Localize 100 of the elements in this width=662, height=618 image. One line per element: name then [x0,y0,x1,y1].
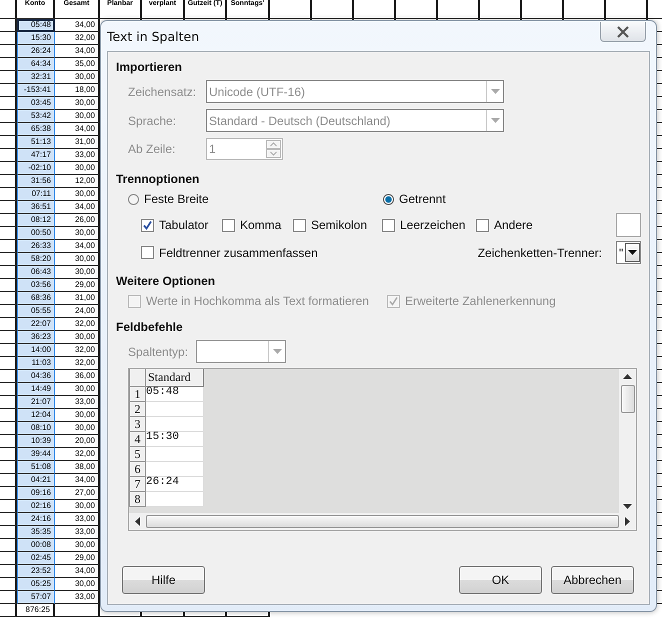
table-cell: 09:16 [17,487,55,500]
table-cell [146,402,204,417]
grid-corner [129,369,146,387]
table-cell: 876:25 [17,604,55,617]
table-cell [0,461,17,474]
table-cell: 32,00 [55,32,100,45]
table-cell: 34,00 [55,565,100,578]
table-cell: 36:23 [17,331,55,344]
checkbox[interactable] [476,218,489,232]
table-cell [0,305,17,318]
table-cell: 30,00 [55,110,100,123]
checkbox[interactable] [382,218,395,232]
field-label: Zeichensatz: [128,84,196,98]
table-cell [0,19,17,32]
table-cell: 33,00 [55,396,100,409]
table-cell: 32,00 [55,344,100,357]
table-cell [0,175,17,188]
caret-icon [628,250,637,255]
table-cell: 06:43 [17,266,55,279]
table-cell [0,474,17,487]
table-cell [0,97,17,110]
checkbox-label: Feldtrenner zusammenfassen [159,246,318,260]
table-cell: 22:07 [17,318,55,331]
checkbox-label: Tabulator [159,218,208,232]
column-header [522,0,564,19]
scroll-thumb[interactable] [146,515,619,528]
table-cell [0,513,17,526]
table-cell: 38,00 [55,461,100,474]
table-cell [0,266,17,279]
table-cell [0,253,17,266]
checkbox[interactable] [293,218,306,232]
scroll-right-icon[interactable] [625,517,630,526]
checkbox-label: Erweiterte Zahlenerkennung [405,294,556,308]
table-cell [0,565,17,578]
dropdown[interactable]: " [616,241,641,264]
scrollbar[interactable] [129,513,636,530]
table-cell [0,370,17,383]
table-cell [0,71,17,84]
table-cell: 51:08 [17,461,55,474]
table-cell: 10:39 [17,435,55,448]
scroll-up-icon[interactable] [623,374,632,379]
table-cell [0,110,17,123]
table-cell: 30,00 [55,383,100,396]
table-cell: 07:11 [17,188,55,201]
table-cell: 30,00 [55,500,100,513]
table-cell: 04:21 [17,474,55,487]
column-header[interactable]: Standard [146,369,204,387]
cancel-button[interactable]: Abbrechen [551,566,634,594]
field-label: Zeichenketten-Trenner: [478,246,602,260]
checkbox[interactable] [141,218,154,232]
table-cell: 11:03 [17,357,55,370]
column-header [354,0,396,19]
table-cell: -02:10 [17,162,55,175]
row-number: 2 [129,402,146,417]
input-field[interactable] [616,213,641,237]
scrollbar[interactable] [619,369,636,513]
table-cell: 30,00 [55,539,100,552]
table-cell: 30,00 [55,97,100,110]
table-cell: 31,00 [55,136,100,149]
column-header [480,0,522,19]
table-cell [0,526,17,539]
table-cell: 00:50 [17,227,55,240]
table-cell: 57:07 [17,591,55,604]
table-cell: 30,00 [55,266,100,279]
table-cell [0,58,17,71]
spinner-arrows-icon [266,140,281,158]
help-button[interactable]: Hilfe [122,566,205,594]
row-number: 5 [129,447,146,462]
table-cell [146,462,204,477]
column-header [396,0,438,19]
table-cell [0,240,17,253]
table-cell: 33,00 [55,591,100,604]
table-cell: 02:45 [17,552,55,565]
ok-button[interactable]: OK [459,566,542,594]
table-cell: 15:30 [146,432,204,447]
checkbox[interactable] [222,218,235,232]
scroll-left-icon[interactable] [135,517,140,526]
table-cell: 29,00 [55,552,100,565]
scroll-thumb[interactable] [620,385,634,413]
table-cell: 05:55 [17,305,55,318]
scroll-down-icon[interactable] [623,504,632,509]
radio-button[interactable] [128,194,139,204]
table-cell [0,422,17,435]
table-cell: 08:10 [17,422,55,435]
caret-icon [490,118,500,123]
table-cell [0,45,17,58]
table-cell [0,279,17,292]
table-cell: 26:24 [17,45,55,58]
radio-label: Feste Breite [144,192,209,206]
field-label: Spaltentyp: [128,344,188,358]
radio-button[interactable] [383,194,394,204]
checkbox[interactable] [141,246,154,259]
table-cell: 15:30 [17,32,55,45]
close-icon [616,26,630,38]
table-cell [0,136,17,149]
table-cell: 12,00 [55,175,100,188]
table-cell: 30,00 [55,227,100,240]
table-cell [0,383,17,396]
table-cell [146,492,204,507]
close-button[interactable] [600,22,646,42]
